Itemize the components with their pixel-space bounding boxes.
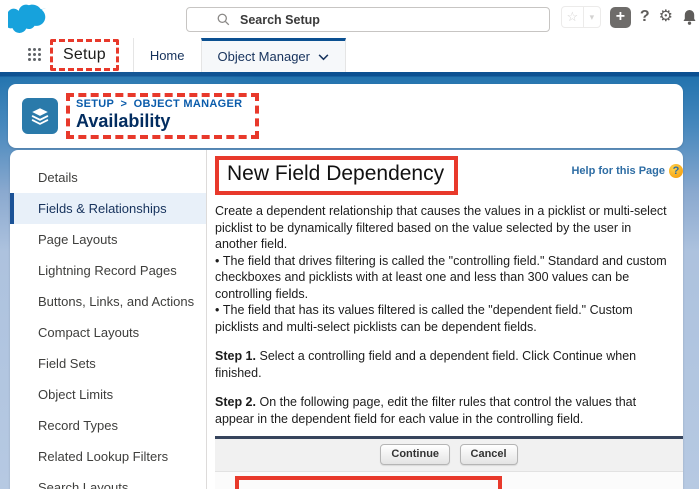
help-icon[interactable]: ? (640, 8, 650, 26)
salesforce-logo-icon (5, 3, 48, 38)
tab-object-manager-label: Object Manager (217, 49, 311, 64)
step-2-text: Step 2. On the following page, edit the … (215, 395, 637, 426)
favorites-star-icon[interactable]: ☆ (562, 7, 584, 27)
bullet-dependent-field: The field that has its values filtered i… (215, 302, 670, 335)
step-1-text: Step 1. Select a controlling field and a… (215, 349, 637, 380)
search-input[interactable] (240, 12, 541, 27)
search-icon (217, 13, 230, 26)
setup-app-label: Setup (63, 46, 106, 63)
sidebar-item-fields-relationships[interactable]: Fields & Relationships (10, 193, 206, 224)
tab-home[interactable]: Home (132, 38, 201, 72)
page-title: New Field Dependency (227, 162, 445, 185)
breadcrumb-separator: > (120, 98, 128, 110)
object-header-card: SETUP > OBJECT MANAGER Availability (8, 84, 683, 148)
favorites-control[interactable]: ☆ ▾ (560, 6, 601, 28)
sidebar-item-search-layouts[interactable]: Search Layouts (10, 472, 206, 489)
breadcrumb-setup-link[interactable]: SETUP (76, 98, 114, 110)
breadcrumb-annotation-box: SETUP > OBJECT MANAGER Availability (66, 93, 260, 139)
setup-annotation-box: Setup (50, 39, 119, 71)
sidebar-item-page-layouts[interactable]: Page Layouts (10, 224, 206, 255)
object-manager-card: Details Fields & Relationships Page Layo… (10, 150, 683, 489)
bullet-controlling-field: The field that drives filtering is calle… (215, 253, 670, 303)
title-annotation-box: New Field Dependency (215, 156, 459, 195)
main-content: New Field Dependency Help for this Page … (207, 150, 683, 489)
page-background: SETUP > OBJECT MANAGER Availability Deta… (0, 72, 699, 489)
salesforce-setup-screen: ☆ ▾ + ? ⚙ Setup Home Object Manager (0, 0, 699, 489)
continue-button-top[interactable]: Continue (380, 444, 451, 465)
header-icons: ☆ ▾ + ? ⚙ (560, 6, 697, 28)
sidebar-item-related-lookup-filters[interactable]: Related Lookup Filters (10, 441, 206, 472)
step-2-label: Step 2. (215, 395, 256, 409)
chevron-down-icon (318, 52, 329, 61)
description-text: Create a dependent relationship that cau… (215, 203, 670, 427)
top-button-bar: Continue Cancel (215, 439, 683, 472)
sidebar-item-details[interactable]: Details (10, 162, 206, 193)
sidebar-item-buttons-links-actions[interactable]: Buttons, Links, and Actions (10, 286, 206, 317)
app-launcher-icon[interactable] (28, 48, 42, 62)
breadcrumb: SETUP > OBJECT MANAGER (76, 98, 245, 110)
sidebar-item-lightning-record-pages[interactable]: Lightning Record Pages (10, 255, 206, 286)
help-link-label: Help for this Page (571, 165, 665, 177)
favorites-caret-icon[interactable]: ▾ (584, 7, 600, 27)
help-for-this-page-link[interactable]: Help for this Page ? (571, 164, 683, 178)
intro-paragraph: Create a dependent relationship that cau… (215, 204, 667, 251)
setup-search[interactable] (186, 7, 550, 32)
field-dependency-form: Continue Cancel Controlling Field Is Ava… (215, 436, 683, 489)
help-question-icon: ? (669, 164, 683, 178)
setup-tab-bar: Setup Home Object Manager (0, 38, 699, 72)
step-1-label: Step 1. (215, 349, 256, 363)
global-header: ☆ ▾ + ? ⚙ (0, 0, 699, 38)
object-title: Availability (76, 111, 171, 131)
sidebar-item-object-limits[interactable]: Object Limits (10, 379, 206, 410)
setup-gear-icon[interactable]: ⚙ (659, 9, 673, 25)
breadcrumb-object-manager-link[interactable]: OBJECT MANAGER (134, 98, 243, 110)
sidebar-item-field-sets[interactable]: Field Sets (10, 348, 206, 379)
global-actions-icon[interactable]: + (609, 6, 631, 28)
form-fields-area: Controlling Field Is Available (215, 472, 683, 489)
object-sidebar: Details Fields & Relationships Page Layo… (10, 150, 207, 489)
tab-object-manager[interactable]: Object Manager (200, 38, 346, 72)
cancel-button-top[interactable]: Cancel (459, 444, 518, 465)
object-layers-icon (22, 98, 58, 134)
sidebar-item-record-types[interactable]: Record Types (10, 410, 206, 441)
sidebar-item-compact-layouts[interactable]: Compact Layouts (10, 317, 206, 348)
notifications-bell-icon[interactable] (682, 9, 697, 26)
fields-annotation-box: Controlling Field Is Available (235, 476, 502, 489)
